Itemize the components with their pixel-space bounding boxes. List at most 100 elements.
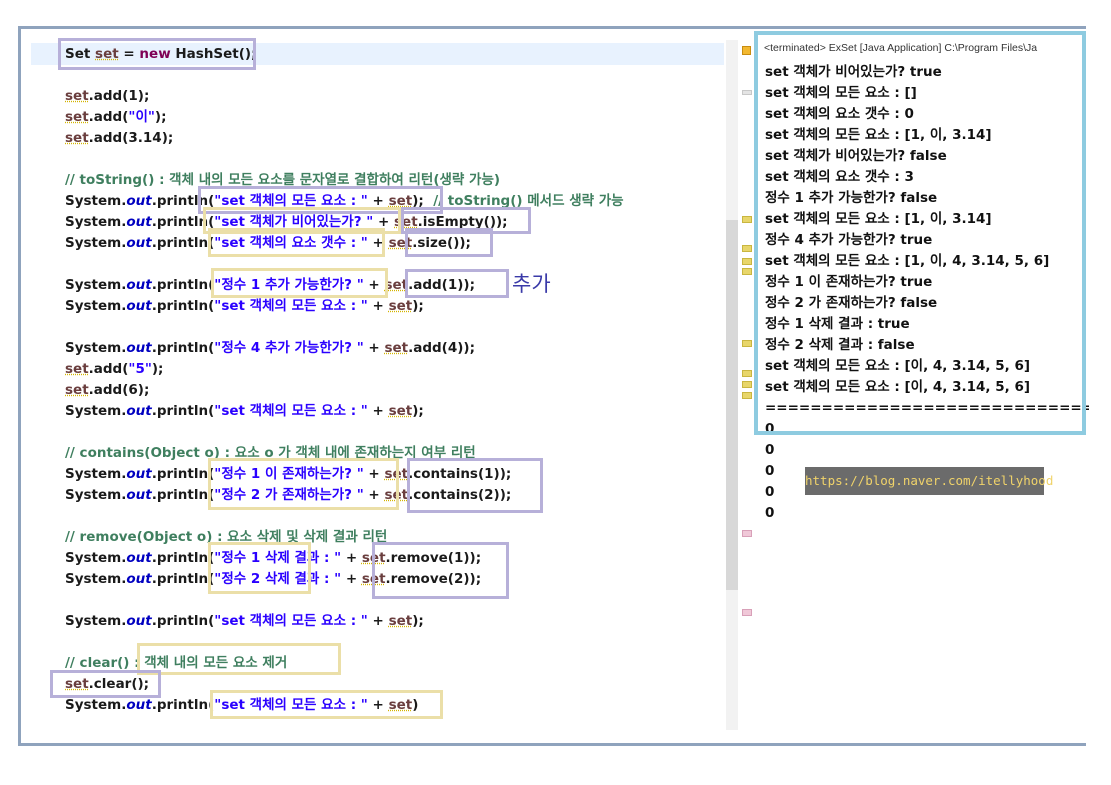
code-line[interactable]: set.add("5"); [65,359,163,380]
code-token: .println( [151,613,215,629]
code-line[interactable]: set.add(3.14); [65,128,173,149]
console-line: 정수 1 추가 가능한가? false [765,190,938,206]
code-line[interactable]: // contains(Object o) : 요소 o 가 객체 내에 존재하… [65,443,476,464]
ruler-marker[interactable] [742,370,752,377]
code-token: "set 객체의 모든 요소 : " [214,403,368,419]
code-token: "이" [128,109,155,125]
code-token: + [363,466,385,482]
ruler-marker[interactable] [742,340,752,347]
code-token: out [126,571,152,587]
code-token: System. [65,235,127,251]
console-line: set 객체의 모든 요소 : [1, 이, 4, 3.14, 5, 6] [765,253,1050,269]
code-token: ); [151,361,164,377]
code-token: set [65,676,89,692]
console-line: 0 [765,505,775,521]
code-token: new [139,46,171,62]
code-token: out [126,550,152,566]
code-token: set [384,487,409,503]
code-token: .remove(2)); [385,571,482,587]
annotation-label: 추가 [512,272,551,296]
code-line[interactable]: set.add(6); [65,380,149,401]
code-line[interactable]: // toString() : 객체 내의 모든 요소를 문자열로 결합하여 리… [65,170,500,191]
code-token: set [394,214,418,230]
code-line[interactable]: System.out.println("set 객체의 모든 요소 : " + … [65,401,424,422]
code-token: out [126,697,152,713]
code-token: System. [65,277,127,293]
code-line[interactable]: System.out.println("set 객체의 모든 요소 : " + … [65,695,418,716]
code-token: set [388,193,413,209]
code-line[interactable]: System.out.println("정수 4 추가 가능한가? " + se… [65,338,475,359]
console-line: set 객체의 모든 요소 : [1, 이, 3.14] [765,211,992,227]
code-token: .remove(1)); [385,550,482,566]
code-token: ); [412,298,424,314]
code-token: set [388,235,413,251]
code-token: set [388,298,413,314]
code-token: .contains(2)); [408,487,512,503]
code-token: + [373,214,395,230]
code-token: .println( [151,571,215,587]
code-editor[interactable]: Set set = new HashSet(); set.add(1); set.a… [21,29,724,743]
code-line[interactable]: // clear() : 객체 내의 모든 요소 제거 [65,653,287,674]
console-line: set 객체의 요소 갯수 : 0 [765,106,914,122]
code-token: "set 객체의 모든 요소 : " [214,613,368,629]
console-view[interactable]: <terminated> ExSet [Java Application] C:… [754,29,1089,743]
code-token: .clear(); [88,676,150,692]
code-line[interactable]: Set set = new HashSet(); [65,44,257,65]
code-token: ); [412,193,434,209]
code-token: .add(1); [88,88,150,104]
code-line[interactable]: set.add(1); [65,86,149,107]
code-token: .println( [151,193,215,209]
code-token: .println( [151,466,215,482]
console-line: 정수 1 이 존재하는가? true [765,274,933,290]
code-token: "정수 1 삭제 결과 : " [214,550,342,566]
code-token: + [367,697,389,713]
console-line: 정수 1 삭제 결과 : true [765,316,910,332]
code-token: + [363,487,385,503]
ruler-marker[interactable] [742,392,752,399]
code-token: set [65,382,89,398]
code-line[interactable]: System.out.println("정수 2 가 존재하는가? " + se… [65,485,511,506]
ruler-marker[interactable] [742,530,752,537]
code-token: set [384,277,409,293]
ruler-marker[interactable] [742,381,752,388]
code-token: System. [65,193,127,209]
code-line[interactable]: System.out.println("set 객체의 모든 요소 : " + … [65,611,424,632]
code-token: "정수 2 삭제 결과 : " [214,571,342,587]
editor-scrollbar-thumb[interactable] [726,220,738,590]
code-token: System. [65,487,127,503]
code-token: .isEmpty()); [417,214,508,230]
code-line[interactable]: System.out.println("정수 1 삭제 결과 : " + set… [65,548,481,569]
code-token: out [126,340,152,356]
ruler-marker[interactable] [742,90,752,95]
code-line[interactable]: System.out.println("set 객체의 요소 갯수 : " + … [65,233,471,254]
code-token: System. [65,340,127,356]
ruler-marker[interactable] [742,245,752,252]
code-token: + [341,571,362,587]
code-token: set [65,109,89,125]
code-line[interactable]: System.out.println("정수 1 이 존재하는가? " + se… [65,464,511,485]
console-line: set 객체의 모든 요소 : [1, 이, 3.14] [765,127,992,143]
code-line[interactable]: // remove(Object o) : 요소 삭제 및 삭제 결과 리턴 [65,527,387,548]
code-token: out [126,235,152,251]
code-line[interactable]: set.add("이"); [65,107,166,128]
code-token: System. [65,403,127,419]
code-line[interactable]: System.out.println("set 객체가 비어있는가? " + s… [65,212,508,233]
code-line[interactable]: System.out.println("set 객체의 모든 요소 : " + … [65,296,424,317]
ruler-marker[interactable] [742,268,752,275]
code-line[interactable]: set.clear(); [65,674,149,695]
console-line: 정수 2 가 존재하는가? false [765,295,938,311]
code-token: + [341,550,362,566]
code-token: .println( [151,214,215,230]
code-token: out [126,214,152,230]
code-token: ) [412,697,419,713]
code-line[interactable]: System.out.println("정수 1 추가 가능한가? " + se… [65,275,475,296]
code-token: "set 객체의 요소 갯수 : " [214,235,368,251]
ruler-marker[interactable] [742,609,752,616]
code-token: Set [65,46,91,62]
blog-watermark: https://blog.naver.com/itellyhood [805,467,1053,495]
code-line[interactable]: System.out.println("정수 2 삭제 결과 : " + set… [65,569,481,590]
ruler-marker[interactable] [742,216,752,223]
ruler-marker[interactable] [742,258,752,265]
warning-marker-icon[interactable] [742,46,751,55]
code-line[interactable]: System.out.println("set 객체의 모든 요소 : " + … [65,191,624,212]
